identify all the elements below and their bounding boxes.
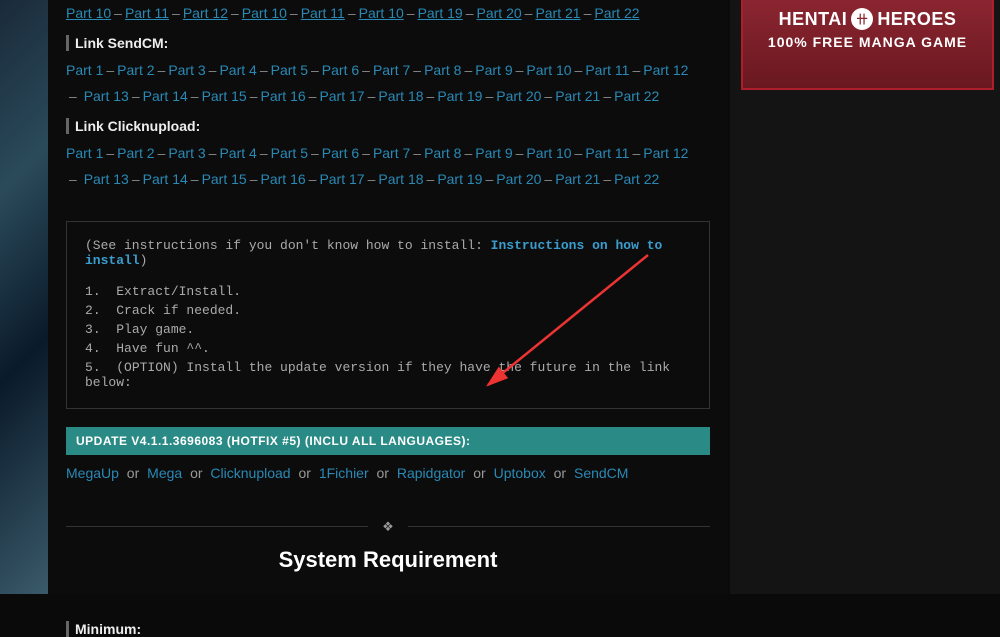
part-link[interactable]: Part 10 xyxy=(359,5,404,21)
part-link[interactable]: Part 4 xyxy=(219,62,256,78)
mirror-link[interactable]: Uptobox xyxy=(494,465,546,481)
part-link[interactable]: Part 22 xyxy=(594,5,639,21)
update-banner: UPDATE V4.1.1.3696083 (HOTFIX #5) (INCLU… xyxy=(66,427,710,455)
part-link[interactable]: Part 4 xyxy=(219,145,256,161)
part-link[interactable]: Part 17 xyxy=(319,171,364,187)
mirror-link[interactable]: 1Fichier xyxy=(319,465,369,481)
instructions-box: (See instructions if you don't know how … xyxy=(66,221,710,409)
section-divider: ❖ xyxy=(66,519,710,535)
part-link[interactable]: Part 17 xyxy=(319,88,364,104)
part-link[interactable]: Part 10 xyxy=(242,5,287,21)
link-section-header: Link SendCM: xyxy=(66,35,710,51)
part-link[interactable]: Part 16 xyxy=(261,171,306,187)
part-link[interactable]: Part 10 xyxy=(526,145,571,161)
part-link[interactable]: Part 12 xyxy=(183,5,228,21)
part-link[interactable]: Part 21 xyxy=(535,5,580,21)
instruction-step: Extract/Install. xyxy=(85,282,691,301)
instruction-step: Play game. xyxy=(85,320,691,339)
mirror-link[interactable]: MegaUp xyxy=(66,465,119,481)
part-link[interactable]: Part 11 xyxy=(585,62,629,78)
part-link[interactable]: Part 3 xyxy=(168,62,205,78)
part-link[interactable]: Part 20 xyxy=(477,5,522,21)
instruction-step: Have fun ^^. xyxy=(85,339,691,358)
link-section-header: Link Clicknupload: xyxy=(66,118,710,134)
part-link[interactable]: Part 13 xyxy=(84,171,129,187)
mirror-link[interactable]: SendCM xyxy=(574,465,628,481)
parts-list: Part 1–Part 2–Part 3–Part 4–Part 5–Part … xyxy=(66,57,710,110)
mirror-links: MegaUp or Mega or Clicknupload or 1Fichi… xyxy=(66,465,710,481)
part-link[interactable]: Part 15 xyxy=(202,171,247,187)
part-link[interactable]: Part 8 xyxy=(424,62,461,78)
part-link[interactable]: Part 10 xyxy=(526,62,571,78)
background-art xyxy=(0,0,48,594)
part-link[interactable]: Part 21 xyxy=(555,171,600,187)
part-link[interactable]: Part 19 xyxy=(437,171,482,187)
parts-list: Part 1–Part 2–Part 3–Part 4–Part 5–Part … xyxy=(66,140,710,193)
part-link[interactable]: Part 10 xyxy=(66,5,111,21)
part-link[interactable]: Part 6 xyxy=(322,145,359,161)
right-sidebar: HENTAI 卄 HEROES 100% FREE MANGA GAME xyxy=(730,0,1000,594)
intro-pre: (See instructions if you don't know how … xyxy=(85,238,491,253)
instructions-intro: (See instructions if you don't know how … xyxy=(85,238,691,268)
ad-logo-icon: 卄 xyxy=(851,8,873,30)
instructions-steps: Extract/Install.Crack if needed.Play gam… xyxy=(85,282,691,392)
ad-title: HENTAI 卄 HEROES xyxy=(753,8,982,30)
ad-subtitle: 100% FREE MANGA GAME xyxy=(753,34,982,50)
part-link[interactable]: Part 11 xyxy=(585,145,629,161)
part-link[interactable]: Part 9 xyxy=(475,62,512,78)
part-link[interactable]: Part 1 xyxy=(66,145,103,161)
part-link[interactable]: Part 11 xyxy=(301,5,345,21)
part-link[interactable]: Part 12 xyxy=(643,145,688,161)
part-link[interactable]: Part 2 xyxy=(117,62,154,78)
part-link[interactable]: Part 19 xyxy=(418,5,463,21)
part-link[interactable]: Part 2 xyxy=(117,145,154,161)
part-link[interactable]: Part 9 xyxy=(475,145,512,161)
part-link[interactable]: Part 8 xyxy=(424,145,461,161)
part-link[interactable]: Part 20 xyxy=(496,88,541,104)
part-link[interactable]: Part 22 xyxy=(614,88,659,104)
part-link[interactable]: Part 7 xyxy=(373,62,410,78)
instruction-step: Crack if needed. xyxy=(85,301,691,320)
part-link[interactable]: Part 22 xyxy=(614,171,659,187)
divider-ornament-icon: ❖ xyxy=(382,519,394,535)
part-link[interactable]: Part 13 xyxy=(84,88,129,104)
ad-banner[interactable]: HENTAI 卄 HEROES 100% FREE MANGA GAME xyxy=(741,0,994,90)
system-requirement-heading: System Requirement xyxy=(66,547,710,573)
part-link[interactable]: Part 19 xyxy=(437,88,482,104)
part-link[interactable]: Part 18 xyxy=(378,88,423,104)
part-link[interactable]: Part 12 xyxy=(643,62,688,78)
mirror-link[interactable]: Mega xyxy=(147,465,182,481)
instruction-step: (OPTION) Install the update version if t… xyxy=(85,358,691,392)
intro-post: ) xyxy=(140,253,148,268)
part-link[interactable]: Part 7 xyxy=(373,145,410,161)
part-link[interactable]: Part 11 xyxy=(125,5,169,21)
part-link[interactable]: Part 5 xyxy=(271,145,308,161)
part-link[interactable]: Part 16 xyxy=(261,88,306,104)
mirror-link[interactable]: Rapidgator xyxy=(397,465,466,481)
part-link[interactable]: Part 5 xyxy=(271,62,308,78)
part-link[interactable]: Part 18 xyxy=(378,171,423,187)
part-link[interactable]: Part 21 xyxy=(555,88,600,104)
part-link[interactable]: Part 3 xyxy=(168,145,205,161)
divider-line xyxy=(66,526,368,527)
divider-line xyxy=(408,526,710,527)
part-link[interactable]: Part 14 xyxy=(143,171,188,187)
parts-row-overflow: Part 10–Part 11–Part 12–Part 10–Part 11–… xyxy=(66,0,710,27)
part-link[interactable]: Part 20 xyxy=(496,171,541,187)
part-link[interactable]: Part 14 xyxy=(143,88,188,104)
part-link[interactable]: Part 1 xyxy=(66,62,103,78)
part-link[interactable]: Part 6 xyxy=(322,62,359,78)
part-link[interactable]: Part 15 xyxy=(202,88,247,104)
content-column: Part 10–Part 11–Part 12–Part 10–Part 11–… xyxy=(48,0,728,594)
mirror-link[interactable]: Clicknupload xyxy=(210,465,290,481)
minimum-heading: Minimum: xyxy=(66,621,710,637)
